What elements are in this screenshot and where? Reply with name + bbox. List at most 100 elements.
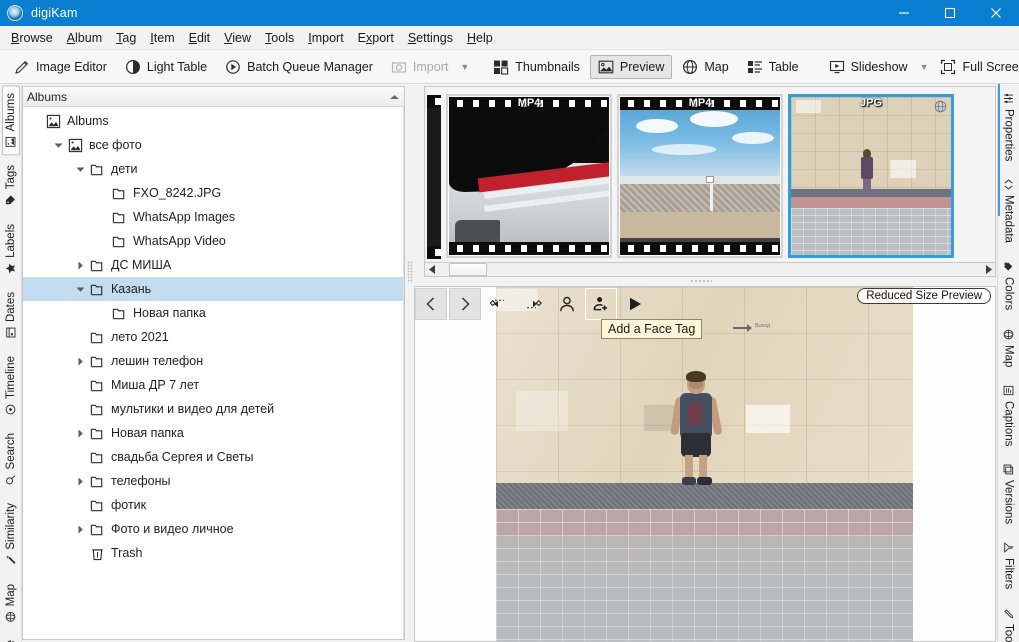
album-tree-row[interactable]: WhatsApp Images [23,205,404,229]
right-tab-captions[interactable]: Captions [1000,377,1018,454]
album-tree-row[interactable]: лешин телефон [23,349,404,373]
toolbar-light-table[interactable]: Light Table [117,55,215,79]
menu-album[interactable]: Album [60,28,109,48]
menu-browse[interactable]: Browse [4,28,60,48]
menu-item[interactable]: Item [143,28,181,48]
album-tree-row[interactable]: все фото [23,133,404,157]
sidebar-item-timeline[interactable]: Timeline [2,348,20,423]
filmstrip-scroll-thumb[interactable] [449,263,487,276]
right-tab-versions[interactable]: Versions [1000,456,1018,532]
horizontal-splitter-grip[interactable] [690,279,712,283]
album-tree-row[interactable]: Albums [23,109,404,133]
album-tree-row[interactable]: FXO_8242.JPG [23,181,404,205]
preview-icon [598,59,614,75]
filmstrip-thumbnail[interactable]: MP4 [617,94,783,258]
play-video-button[interactable] [619,288,651,320]
filmstrip-scroll-track[interactable] [439,263,981,276]
tree-expander-collapsed-icon[interactable] [73,261,87,270]
album-tree-row[interactable]: Trash [23,541,404,565]
menu-tools[interactable]: Tools [258,28,301,48]
album-tree[interactable]: Albums все фото дети FXO_8242.JPG WhatsApp I… [23,107,404,639]
menu-tag[interactable]: Tag [109,28,143,48]
tree-expander-expanded-icon[interactable] [73,286,87,293]
chevron-up-icon[interactable] [389,90,400,104]
album-tree-scroll-track[interactable] [403,107,404,639]
vertical-splitter[interactable] [406,86,414,640]
minimize-button[interactable] [881,0,927,26]
filmstrip[interactable]: MP4 MP4 JPG [424,86,996,270]
album-tree-row[interactable]: Миша ДР 7 лет [23,373,404,397]
toolbar-full-screen[interactable]: Full Screen [932,55,1019,79]
menu-edit[interactable]: Edit [182,28,218,48]
album-tree-row[interactable]: дети [23,157,404,181]
album-tree-row[interactable]: WhatsApp Video [23,229,404,253]
sidebar-item-dates[interactable]: Dates [2,284,20,346]
import-dropdown-arrow[interactable]: ▼ [460,62,469,72]
sidebar-item-map[interactable]: Map [2,576,20,630]
rotate-right-button[interactable] [517,288,549,320]
menu-view[interactable]: View [217,28,258,48]
toolbar-import[interactable]: Import [383,55,456,79]
menu-settings[interactable]: Settings [401,28,460,48]
filmstrip-thumbnail-selected[interactable]: JPG [788,94,954,258]
tree-expander-collapsed-icon[interactable] [73,357,87,366]
album-tree-row[interactable]: Новая папка [23,301,404,325]
sidebar-item-similarity[interactable]: Similarity [2,495,20,574]
right-tab-metadata[interactable]: Metadata [1000,171,1018,251]
album-tree-row-selected[interactable]: Казань [23,277,404,301]
album-tree-row[interactable]: Новая папка [23,421,404,445]
menu-help[interactable]: Help [460,28,500,48]
album-tree-row-label: лето 2021 [111,330,169,344]
sidebar-item-tags[interactable]: Tags [2,157,20,213]
preview-previous-button[interactable] [415,288,447,320]
right-tab-properties[interactable]: Properties [1000,85,1018,169]
menu-import[interactable]: Import [301,28,350,48]
toolbar-thumbnails[interactable]: Thumbnails [485,55,588,79]
sidebar-item-search[interactable]: Search [2,425,20,493]
maximize-button[interactable] [927,0,973,26]
right-tab-colors[interactable]: Colors [1000,253,1018,318]
preview-next-button[interactable] [449,288,481,320]
menu-export[interactable]: Export [351,28,401,48]
add-face-tag-button[interactable] [585,288,617,320]
right-tab-filters[interactable]: Filters [1000,534,1018,597]
toolbar-slideshow[interactable]: Slideshow [821,55,916,79]
folder-icon [87,282,107,297]
thumbnail-partial[interactable] [427,95,441,259]
preview-image[interactable]: Выход [496,287,913,641]
sidebar-item-labels[interactable]: Labels [2,216,20,282]
batch-queue-icon [225,59,241,75]
scroll-left-arrow-icon[interactable] [425,263,439,276]
toolbar-preview[interactable]: Preview [589,54,673,79]
tree-expander-collapsed-icon[interactable] [73,477,87,486]
tree-expander-expanded-icon[interactable] [73,166,87,173]
album-tree-row[interactable]: Фото и видео личное [23,517,404,541]
toolbar-table[interactable]: Table [739,55,807,79]
metadata-icon [1003,179,1014,191]
right-tab-tools[interactable]: Tools [1000,600,1018,642]
right-tab-map[interactable]: Map [1000,321,1018,375]
scroll-right-arrow-icon[interactable] [981,263,995,276]
sidebar-item-albums[interactable]: Albums [1,85,20,156]
toolbar-batch-queue-manager[interactable]: Batch Queue Manager [217,55,381,79]
tree-expander-collapsed-icon[interactable] [73,429,87,438]
sidebar-item-people[interactable]: People [2,632,20,642]
album-tree-row[interactable]: мультики и видео для детей [23,397,404,421]
toolbar-map[interactable]: Map [674,55,736,79]
album-tree-row[interactable]: свадьба Сергея и Светы [23,445,404,469]
album-tree-row[interactable]: лето 2021 [23,325,404,349]
filmstrip-scrollbar[interactable] [424,262,996,277]
rotate-left-button[interactable] [483,288,515,320]
title-bar: digiKam [0,0,1019,26]
album-tree-row[interactable]: фотик [23,493,404,517]
preview-area[interactable]: Выход Add a Face Tag Reduced Size Previe… [414,286,996,642]
album-tree-row[interactable]: ДС МИША [23,253,404,277]
tree-expander-collapsed-icon[interactable] [73,525,87,534]
slideshow-dropdown-arrow[interactable]: ▼ [920,62,929,72]
close-button[interactable] [973,0,1019,26]
tree-expander-expanded-icon[interactable] [51,142,65,149]
toolbar-image-editor[interactable]: Image Editor [6,55,115,79]
filmstrip-thumbnail[interactable]: MP4 [446,94,612,258]
face-detect-button[interactable] [551,288,583,320]
album-tree-row[interactable]: телефоны [23,469,404,493]
